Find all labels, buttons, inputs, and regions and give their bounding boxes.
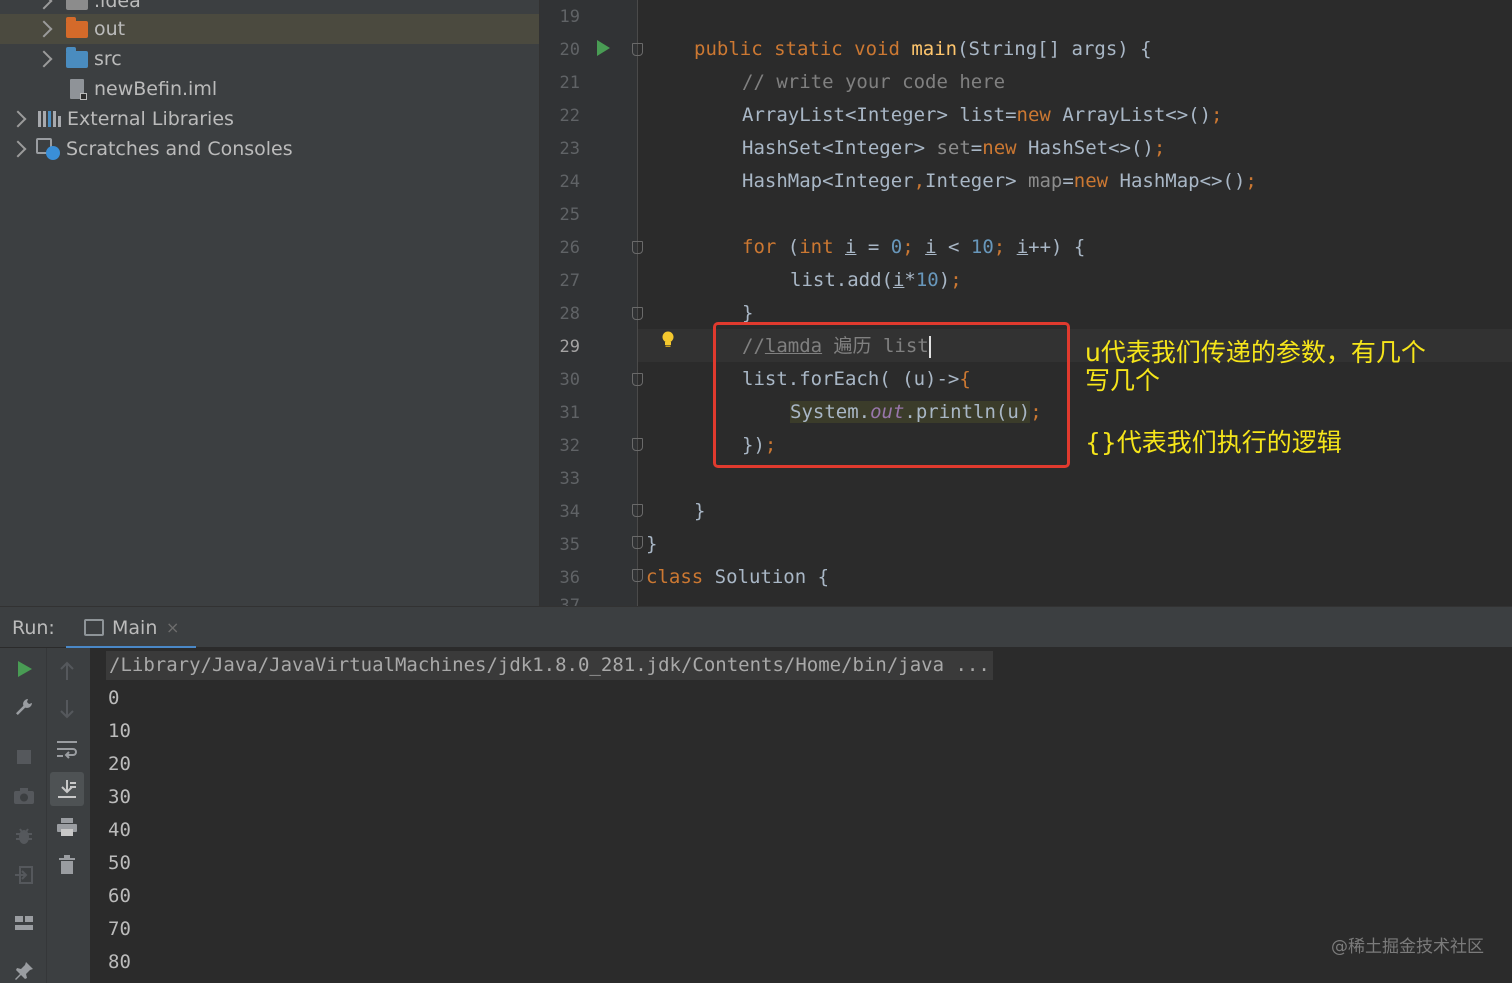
java-command-line[interactable]: /Library/Java/JavaVirtualMachines/jdk1.8… <box>106 651 993 680</box>
fold-icon[interactable] <box>632 241 643 254</box>
line-number: 27 <box>559 271 580 291</box>
code-line-24: HashMap<Integer,Integer> map=new HashMap… <box>742 170 1257 192</box>
line-number: 21 <box>559 73 580 93</box>
tree-item-iml[interactable]: newBefin.iml <box>0 74 539 104</box>
annotation-logic: {}代表我们执行的逻辑 <box>1085 428 1342 457</box>
code-line-22: ArrayList<Integer> list=new ArrayList<>(… <box>742 104 1223 126</box>
line-number: 23 <box>559 139 580 159</box>
output-line: 10 <box>108 720 131 742</box>
line-number-current: 29 <box>559 337 580 357</box>
run-panel-title: Run: <box>12 617 55 639</box>
line-number: 20 <box>559 40 580 60</box>
soft-wrap-icon[interactable] <box>54 736 80 762</box>
close-icon[interactable]: × <box>166 618 179 637</box>
console-window-icon <box>84 619 104 636</box>
tree-item-out[interactable]: out <box>0 14 539 44</box>
fold-icon[interactable] <box>632 307 643 320</box>
code-line-26: for (int i = 0; i < 10; i++) { <box>742 236 1086 258</box>
module-file-icon <box>70 79 87 100</box>
code-line-27: list.add(i*10); <box>790 269 962 291</box>
console-output[interactable]: /Library/Java/JavaVirtualMachines/jdk1.8… <box>90 648 1512 983</box>
code-line-23: HashSet<Integer> set=new HashSet<>(); <box>742 137 1166 159</box>
line-number: 25 <box>559 205 580 225</box>
folder-icon <box>66 46 88 68</box>
chevron-right-icon[interactable] <box>35 20 53 38</box>
stop-icon[interactable] <box>11 744 37 770</box>
output-line: 80 <box>108 951 131 973</box>
code-line-21: // write your code here <box>742 71 1006 93</box>
line-number: 19 <box>559 7 580 27</box>
project-tree-panel: .idea out src newBefin.iml External Libr… <box>0 0 540 606</box>
code-line-36: class Solution { <box>646 566 830 588</box>
fold-icon[interactable] <box>632 569 643 582</box>
chevron-right-icon[interactable] <box>35 0 53 10</box>
run-toolbar <box>0 648 90 983</box>
layout-icon[interactable] <box>11 910 37 936</box>
line-number: 37 <box>559 596 580 606</box>
print-icon[interactable] <box>54 814 80 840</box>
line-number: 24 <box>559 172 580 192</box>
line-number: 30 <box>559 370 580 390</box>
run-panel-header: Run: Main × <box>0 606 1512 649</box>
output-line: 30 <box>108 786 131 808</box>
exit-icon[interactable] <box>11 862 37 888</box>
output-line: 70 <box>108 918 131 940</box>
line-number: 36 <box>559 568 580 588</box>
line-number: 28 <box>559 304 580 324</box>
line-number: 33 <box>559 469 580 489</box>
chevron-right-icon[interactable] <box>9 110 27 128</box>
rerun-icon[interactable] <box>11 656 37 682</box>
line-number: 35 <box>559 535 580 555</box>
folder-icon <box>66 16 88 38</box>
tree-item-src[interactable]: src <box>0 44 539 74</box>
line-number: 31 <box>559 403 580 423</box>
code-line-34: } <box>694 500 706 522</box>
scratches-icon <box>36 138 60 160</box>
output-line: 20 <box>108 753 131 775</box>
wrench-icon[interactable] <box>11 694 37 720</box>
debug-icon[interactable] <box>11 823 37 849</box>
output-line: 40 <box>108 819 131 841</box>
line-number: 32 <box>559 436 580 456</box>
camera-icon[interactable] <box>11 783 37 809</box>
chevron-right-icon[interactable] <box>9 140 27 158</box>
tree-item-scratches[interactable]: Scratches and Consoles <box>0 134 539 164</box>
watermark: @稀土掘金技术社区 <box>1331 937 1484 957</box>
output-line: 60 <box>108 885 131 907</box>
highlight-box <box>713 322 1070 468</box>
lightbulb-icon[interactable] <box>661 331 675 347</box>
code-line-35: } <box>646 533 658 555</box>
arrow-up-icon[interactable] <box>54 658 80 684</box>
folder-icon <box>66 0 88 10</box>
trash-icon[interactable] <box>54 852 80 878</box>
fold-icon[interactable] <box>632 536 643 549</box>
fold-icon[interactable] <box>632 373 643 386</box>
line-number: 22 <box>559 106 580 126</box>
line-number: 34 <box>559 502 580 522</box>
scroll-to-end-icon[interactable] <box>50 772 84 806</box>
output-line: 50 <box>108 852 131 874</box>
annotation-params-line1: u代表我们传递的参数，有几个 <box>1085 338 1426 367</box>
line-number: 26 <box>559 238 580 258</box>
run-main-icon[interactable] <box>597 40 610 56</box>
output-line: 0 <box>108 687 120 709</box>
chevron-right-icon[interactable] <box>35 50 53 68</box>
code-line-20: public static void main(String[] args) { <box>694 38 1152 60</box>
fold-icon[interactable] <box>632 504 643 517</box>
fold-icon[interactable] <box>632 43 643 56</box>
pin-icon[interactable] <box>11 958 37 983</box>
library-icon <box>38 111 61 127</box>
annotation-params-line2: 写几个 <box>1085 366 1161 395</box>
tab-main[interactable]: Main × <box>66 607 196 649</box>
tree-item-external-libraries[interactable]: External Libraries <box>0 104 539 134</box>
fold-icon[interactable] <box>632 438 643 451</box>
arrow-down-icon[interactable] <box>54 696 80 722</box>
